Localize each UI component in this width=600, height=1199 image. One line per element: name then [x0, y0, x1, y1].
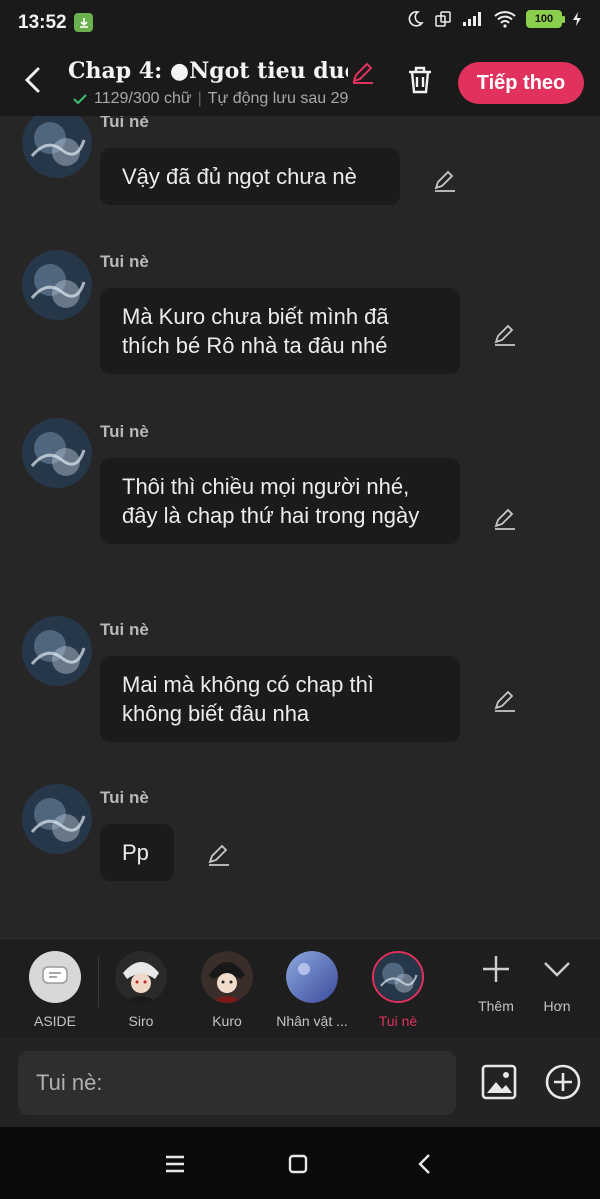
edit-message-icon[interactable]: [492, 322, 518, 348]
message-bubble[interactable]: Vậy đã đủ ngọt chưa nè: [100, 148, 400, 205]
download-notification-icon: [74, 13, 93, 32]
character-label: Siro: [128, 1013, 154, 1029]
character-label: ASIDE: [33, 1013, 76, 1029]
character-selector: ASIDE Siro Kuro Nhân vật ... Tui nè Thêm…: [0, 938, 600, 1038]
character-tui-ne[interactable]: Tui nè: [348, 951, 448, 1029]
chapter-title[interactable]: Chap 4: ●Ngot tieu duong●: [68, 58, 348, 84]
avatar: [286, 951, 338, 1003]
check-icon: [73, 94, 87, 105]
message-input[interactable]: [18, 1051, 456, 1115]
sender-name: Tui nè: [100, 252, 149, 271]
chevron-down-icon: [544, 962, 570, 977]
sender-name: Tui nè: [100, 620, 149, 639]
sender-name: Tui nè: [100, 422, 149, 441]
sender-name: Tui nè: [100, 116, 149, 131]
avatar[interactable]: [22, 418, 92, 488]
system-nav-bar: [0, 1127, 600, 1199]
editor-header: Chap 4: ●Ngot tieu duong● 1129/300 chữ |…: [0, 46, 600, 116]
more-label: Hơn: [543, 998, 571, 1014]
avatar: [372, 951, 424, 1003]
add-character-button[interactable]: Thêm: [466, 953, 526, 1014]
avatar[interactable]: [22, 784, 92, 854]
battery-icon: 100: [526, 10, 565, 28]
word-count: 1129/300 chữ: [94, 90, 192, 107]
message-list[interactable]: Tui nè Vậy đã đủ ngọt chưa nè Tui nè Mà …: [0, 116, 600, 938]
composer: [0, 1039, 600, 1127]
edit-message-icon[interactable]: [432, 168, 458, 194]
signal-icon: [463, 12, 481, 26]
back-arrow-icon[interactable]: [18, 64, 50, 96]
character-aside[interactable]: ASIDE: [5, 951, 105, 1029]
character-label: Tui nè: [378, 1013, 418, 1029]
next-button[interactable]: Tiếp theo: [458, 62, 584, 104]
wifi-icon: [494, 11, 516, 28]
moon-icon: [408, 11, 424, 27]
edit-title-icon[interactable]: [350, 59, 376, 85]
add-label: Thêm: [478, 998, 514, 1014]
plus-icon: [483, 956, 509, 982]
edit-message-icon[interactable]: [492, 506, 518, 532]
edit-message-icon[interactable]: [492, 688, 518, 714]
avatar[interactable]: [22, 116, 92, 178]
character-siro[interactable]: Siro: [91, 951, 191, 1029]
character-other[interactable]: Nhân vật ...: [262, 951, 362, 1029]
nav-back-icon[interactable]: [410, 1149, 440, 1179]
message-bubble[interactable]: Mà Kuro chưa biết mình đã thích bé Rô nh…: [100, 288, 460, 374]
status-time: 13:52: [18, 12, 67, 33]
separator: |: [197, 90, 202, 107]
image-icon[interactable]: [480, 1063, 518, 1101]
character-label: Nhân vật ...: [276, 1013, 348, 1029]
avatar[interactable]: [22, 616, 92, 686]
charging-icon: [573, 12, 581, 26]
autosave-text: Tự động lưu sau 29: [207, 90, 349, 107]
message-bubble[interactable]: Pp: [100, 824, 174, 881]
chat-bubble-icon: [29, 951, 81, 1003]
menu-icon[interactable]: [160, 1149, 190, 1179]
edit-message-icon[interactable]: [206, 842, 232, 868]
avatar: [115, 951, 167, 1003]
more-characters-button[interactable]: Hơn: [527, 953, 587, 1014]
save-status: 1129/300 chữ | Tự động lưu sau 29: [72, 90, 380, 108]
rotation-icon: [435, 11, 451, 27]
status-bar: 13:52 100: [0, 0, 600, 46]
avatar: [201, 951, 253, 1003]
message-bubble[interactable]: Mai mà không có chap thì không biết đâu …: [100, 656, 460, 742]
avatar[interactable]: [22, 250, 92, 320]
home-square-icon[interactable]: [283, 1149, 313, 1179]
trash-icon[interactable]: [404, 64, 436, 96]
sender-name: Tui nè: [100, 788, 149, 807]
message-bubble[interactable]: Thôi thì chiều mọi người nhé, đây là cha…: [100, 458, 460, 544]
add-circle-icon[interactable]: [544, 1063, 582, 1101]
